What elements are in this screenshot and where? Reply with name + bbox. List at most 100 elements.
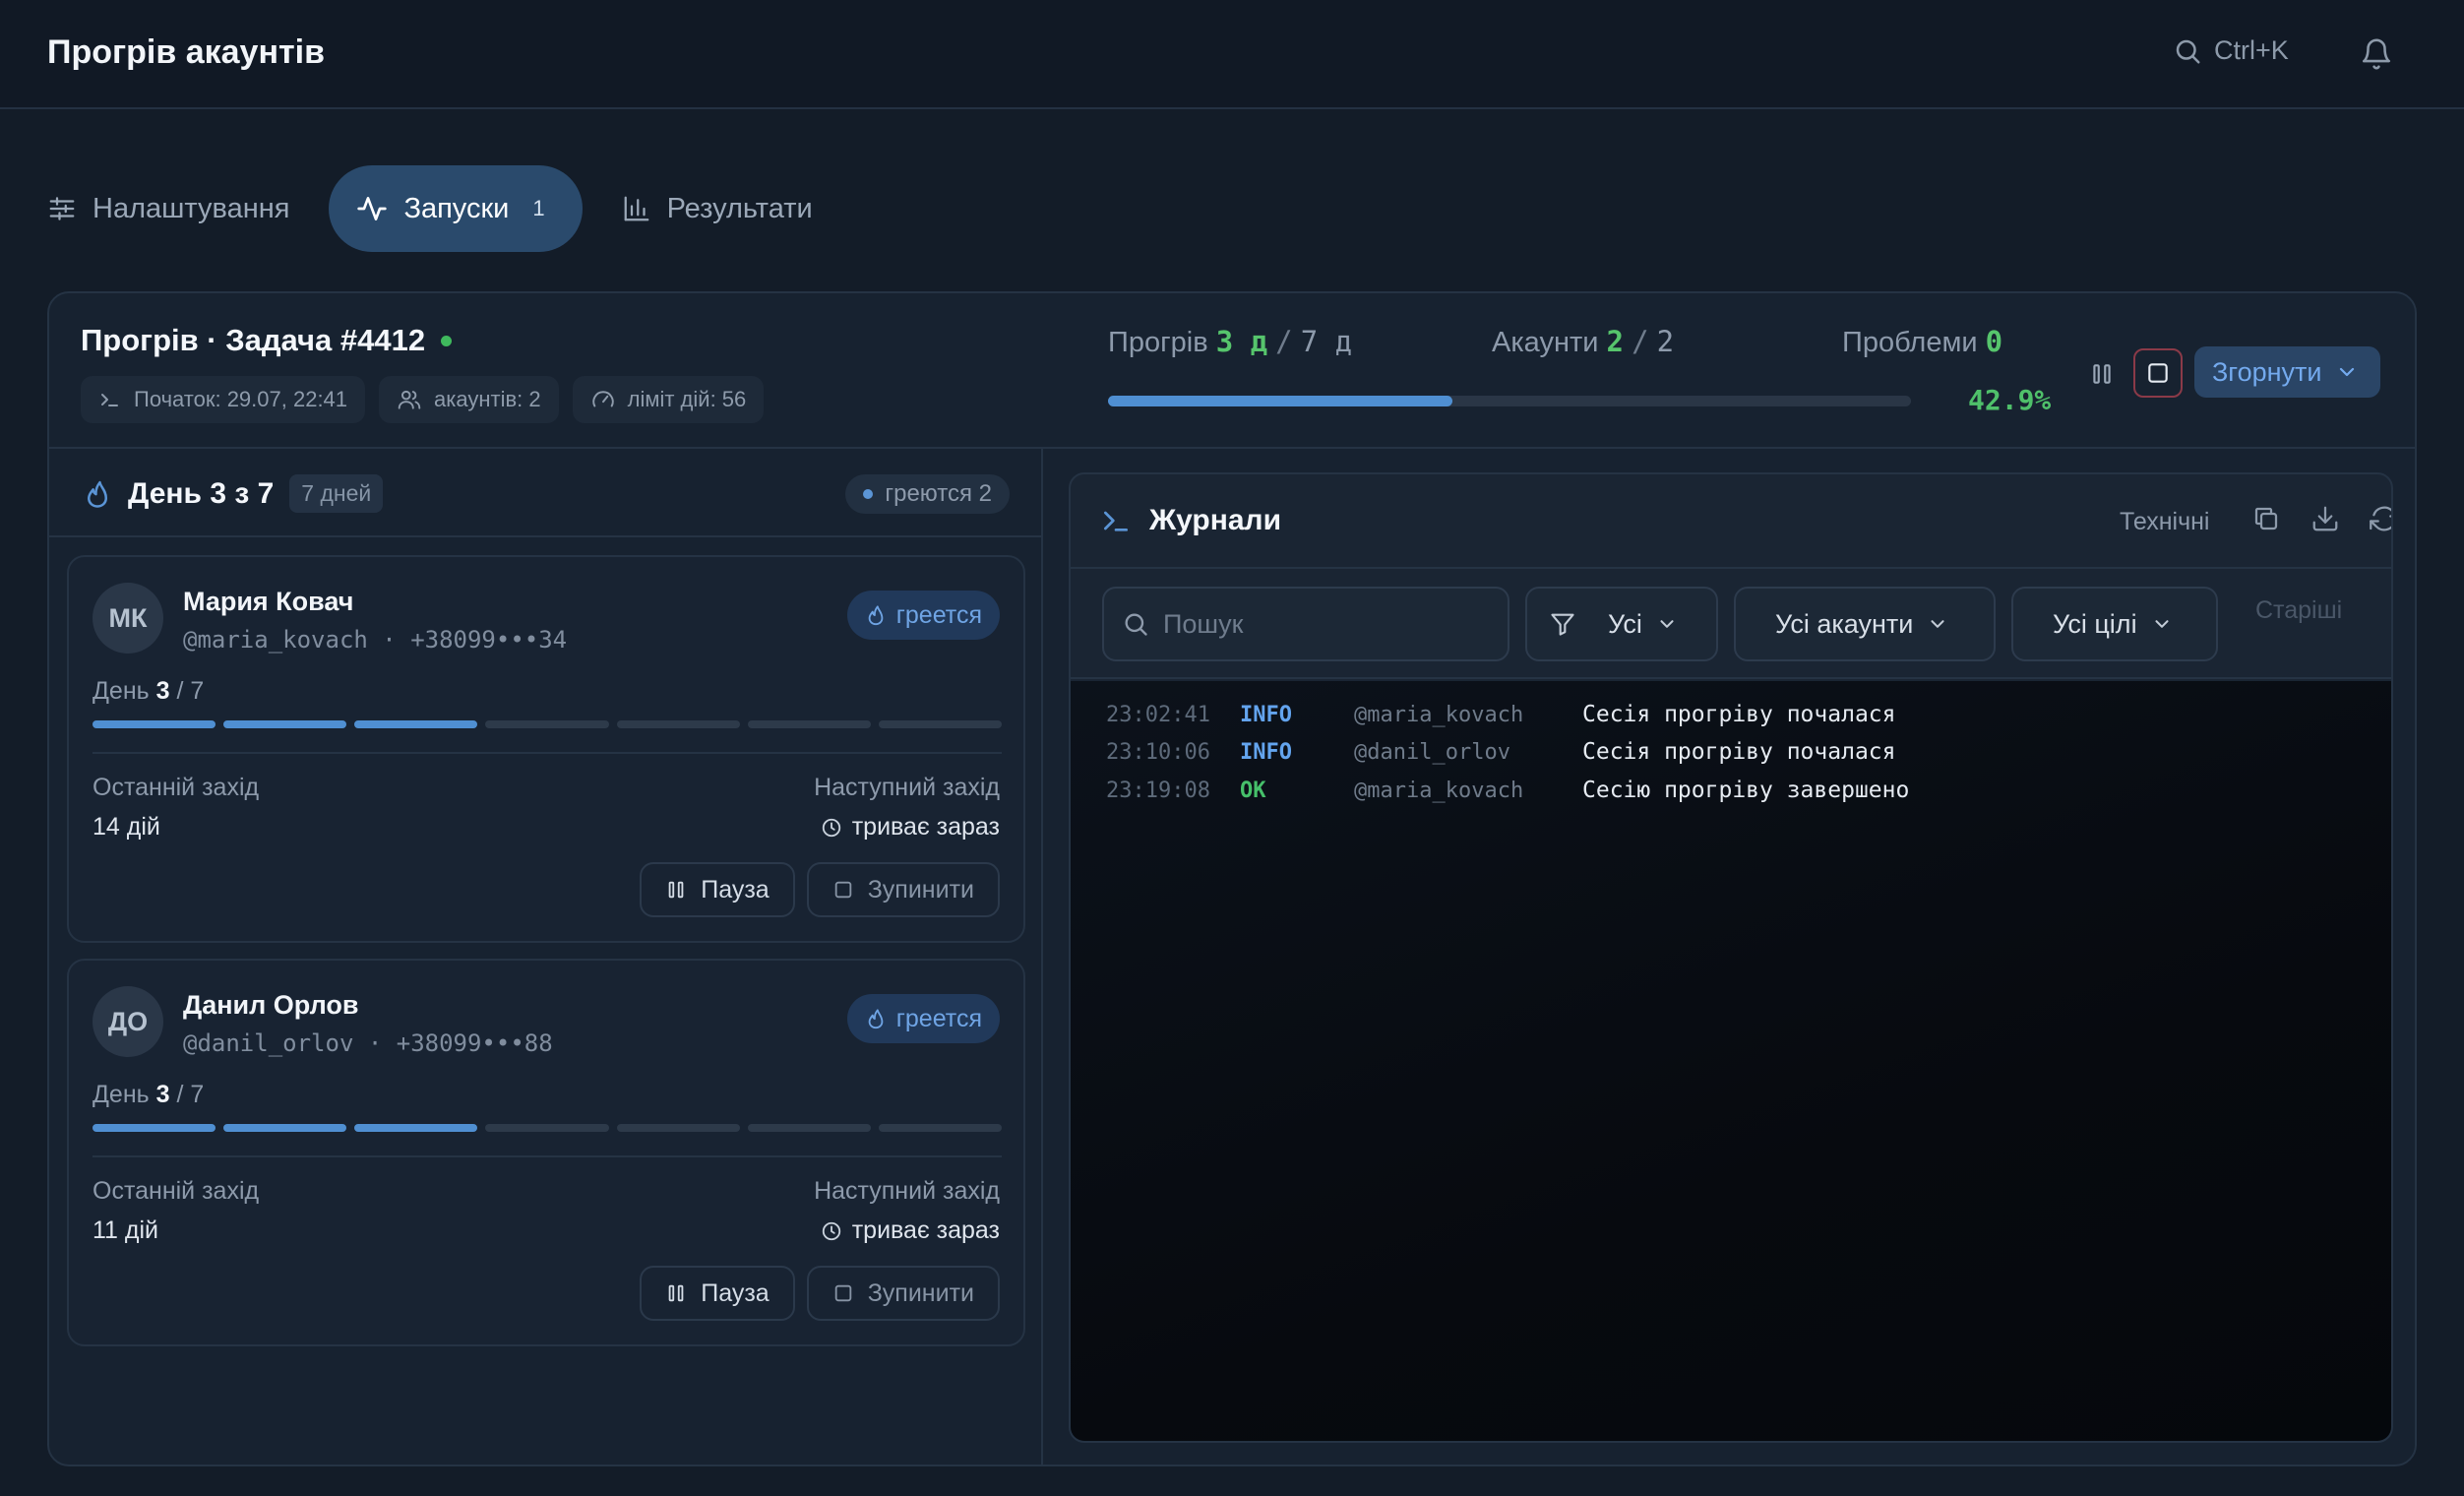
refresh-icon[interactable] — [2370, 504, 2391, 533]
action-limit-label: ліміт дій: 56 — [627, 387, 747, 411]
search-placeholder: Пошук — [1163, 608, 1244, 639]
next-session-text: триває зараз — [851, 1216, 1000, 1244]
collapse-button[interactable]: Згорнути — [2194, 346, 2381, 398]
stop-icon — [832, 1282, 854, 1304]
pause-button[interactable]: Пауза — [640, 1266, 795, 1321]
pause-icon — [665, 1282, 687, 1304]
day-progress-segments — [92, 720, 1002, 728]
pause-all-button[interactable] — [2084, 354, 2120, 394]
problems-stat-count: 0 — [1985, 325, 2003, 358]
day-segment — [616, 1124, 740, 1132]
start-time-label: Початок: 29.07, 22:41 — [134, 387, 348, 411]
next-session-value: триває зараз — [821, 813, 1000, 842]
account-day-current: 3 — [155, 677, 170, 705]
tab-runs[interactable]: Запуски 1 — [329, 165, 583, 252]
accounts-stat-total: 2 — [1656, 325, 1675, 358]
older-button[interactable]: Старіші — [2255, 596, 2342, 625]
chevron-down-icon — [1656, 613, 1678, 635]
log-message: Сесію прогріву завершено — [1582, 778, 1910, 803]
tab-results[interactable]: Результати — [592, 165, 842, 252]
copy-icon[interactable] — [2251, 504, 2281, 533]
task-header: Прогрів · Задача #4412 Початок: 29.07, 2… — [49, 293, 2415, 449]
bell-icon[interactable] — [2360, 37, 2393, 71]
day-segment — [878, 1124, 1002, 1132]
stop-button-label: Зупинити — [867, 875, 974, 904]
tab-runs-label: Запуски — [403, 192, 510, 224]
day-segment — [485, 1124, 609, 1132]
terminal-icon — [1100, 505, 1132, 536]
day-segment — [616, 720, 740, 728]
level-filter-select[interactable]: Усі — [1525, 587, 1718, 661]
log-message: Сесія прогріву почалася — [1582, 739, 1896, 765]
pause-button[interactable]: Пауза — [640, 862, 795, 917]
warmup-stat-done: 3 д — [1215, 325, 1268, 358]
account-day: День 3 / 7 — [92, 1081, 204, 1109]
next-session-label: Наступний захід — [814, 1177, 1000, 1205]
level-filter-value: Усі — [1608, 608, 1642, 639]
log-time: 23:02:41 — [1106, 702, 1210, 727]
account-day-label: День — [92, 1081, 150, 1108]
log-user: @maria_kovach — [1354, 778, 1524, 803]
pause-button-label: Пауза — [701, 1278, 770, 1307]
day-segment — [878, 720, 1002, 728]
download-icon[interactable] — [2310, 504, 2340, 533]
avatar: МК — [92, 583, 163, 654]
filter-icon — [1549, 610, 1576, 638]
divider — [92, 1155, 1002, 1157]
day-badge: 7 дней — [289, 474, 384, 513]
day-title: День 3 з 7 7 дней — [83, 474, 384, 513]
task-stats: Прогрів 3 д / 7 д Акаунти 2 / 2 Проблеми… — [1108, 325, 2092, 364]
warming-count-pill: греются 2 — [845, 474, 1010, 514]
day-segment — [223, 720, 347, 728]
problems-stat-label: Проблеми — [1842, 327, 1978, 358]
accounts-column: День 3 з 7 7 дней греются 2 МК Мария Ков… — [49, 449, 1043, 1465]
task-progress-bar — [1108, 396, 1911, 406]
log-message: Сесія прогріву почалася — [1582, 702, 1896, 727]
status-badge: греется — [846, 591, 1000, 640]
status-badge: греется — [846, 994, 1000, 1043]
accounts-filter-select[interactable]: Усі акаунти — [1734, 587, 1996, 661]
day-header: День 3 з 7 7 дней греются 2 — [49, 449, 1043, 537]
stop-button[interactable]: Зупинити — [806, 862, 1000, 917]
log-level: INFO — [1240, 739, 1292, 765]
day-segment — [223, 1124, 347, 1132]
account-day-total: / 7 — [176, 1081, 205, 1108]
command-search[interactable]: Ctrl+K — [2173, 35, 2289, 66]
account-day-total: / 7 — [176, 677, 205, 705]
stop-button[interactable]: Зупинити — [806, 1266, 1000, 1321]
search-input[interactable]: Пошук — [1102, 587, 1509, 661]
day-segment — [92, 720, 216, 728]
search-icon — [2173, 36, 2202, 66]
stop-icon — [832, 879, 854, 901]
day-segment — [747, 720, 871, 728]
technical-toggle[interactable]: Технічні — [2120, 508, 2209, 536]
search-shortcut-label: Ctrl+K — [2214, 35, 2289, 65]
accounts-filter-value: Усі акаунти — [1775, 608, 1914, 639]
logs-toolbar — [2251, 504, 2391, 533]
stop-all-button[interactable] — [2133, 348, 2183, 398]
sliders-icon — [47, 194, 77, 223]
accounts-stat-label: Акаунти — [1492, 327, 1599, 358]
warming-count-label: греются 2 — [885, 480, 992, 507]
task-meta-chips: Початок: 29.07, 22:41 акаунтів: 2 ліміт … — [81, 376, 765, 423]
tab-settings[interactable]: Налаштування — [20, 165, 319, 252]
bar-chart-icon — [622, 194, 651, 223]
logs-panel: Журнали Технічні Пошук Усі Усі акаунти У… — [1069, 472, 2393, 1443]
task-title-text: Прогрів · Задача #4412 — [81, 323, 426, 357]
log-time: 23:19:08 — [1106, 778, 1210, 803]
clock-icon — [821, 817, 842, 839]
account-name: Мария Ковач — [183, 587, 354, 616]
chevron-down-icon — [2335, 360, 2359, 384]
tab-settings-label: Налаштування — [92, 192, 290, 224]
last-session-value: 14 дій — [92, 813, 160, 841]
flame-icon — [865, 604, 887, 626]
accounts-stat: Акаунти 2 / 2 — [1492, 325, 1675, 358]
logs-title-text: Журнали — [1149, 504, 1282, 536]
next-session-value: триває зараз — [821, 1216, 1000, 1245]
account-day: День 3 / 7 — [92, 677, 204, 706]
divider — [92, 752, 1002, 754]
next-session-text: триває зараз — [851, 813, 1000, 841]
tab-bar: Налаштування Запуски 1 Результати — [47, 165, 842, 252]
targets-filter-select[interactable]: Усі цілі — [2011, 587, 2218, 661]
day-title-text: День 3 з 7 — [128, 476, 275, 510]
